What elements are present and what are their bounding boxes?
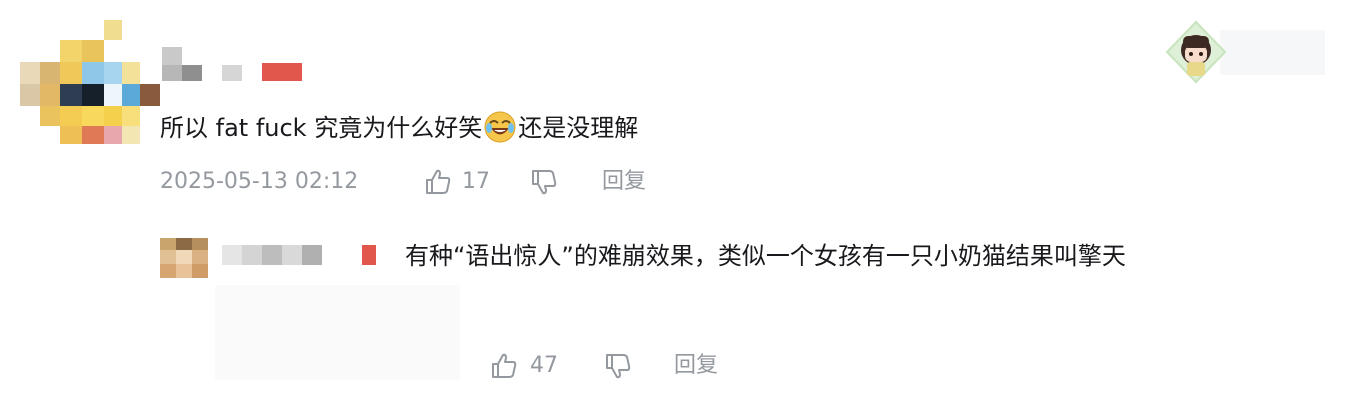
reply-like-count: 47 — [530, 353, 558, 378]
comment-like-count: 17 — [462, 169, 490, 194]
reply-content: 有种“语出惊人”的难崩效果，类似一个女孩有一只小奶猫结果叫擎天 — [405, 242, 1126, 270]
reply-avatar[interactable] — [160, 238, 210, 280]
thumbs-up-icon — [426, 169, 451, 194]
reply-like-button[interactable]: 47 — [490, 350, 570, 382]
laughing-crying-emoji-icon — [484, 111, 516, 143]
comment-dislike-button[interactable] — [530, 166, 562, 198]
blurred-region — [215, 285, 460, 380]
reply-username[interactable] — [222, 243, 382, 267]
comment-avatar[interactable] — [20, 20, 160, 144]
thumbs-down-icon — [532, 170, 557, 195]
creator-badge-icon — [1165, 20, 1330, 85]
reply-dislike-button[interactable] — [604, 350, 636, 382]
comment-text-part-2: 还是没理解 — [518, 114, 639, 142]
thumbs-up-icon — [492, 353, 517, 378]
reply-reply-button[interactable]: 回复 — [674, 350, 718, 382]
comment-username[interactable] — [160, 45, 305, 85]
comment-timestamp: 2025-05-13 02:12 — [160, 169, 359, 194]
thumbs-down-icon — [606, 354, 631, 379]
comment-content: 所以 fat fuck 究竟为什么好笑 还是没理解 — [160, 110, 638, 146]
comment-like-button[interactable]: 17 — [424, 166, 494, 198]
comment-reply-button[interactable]: 回复 — [602, 166, 646, 198]
comment-text-part-1: 所以 fat fuck 究竟为什么好笑 — [160, 114, 483, 142]
